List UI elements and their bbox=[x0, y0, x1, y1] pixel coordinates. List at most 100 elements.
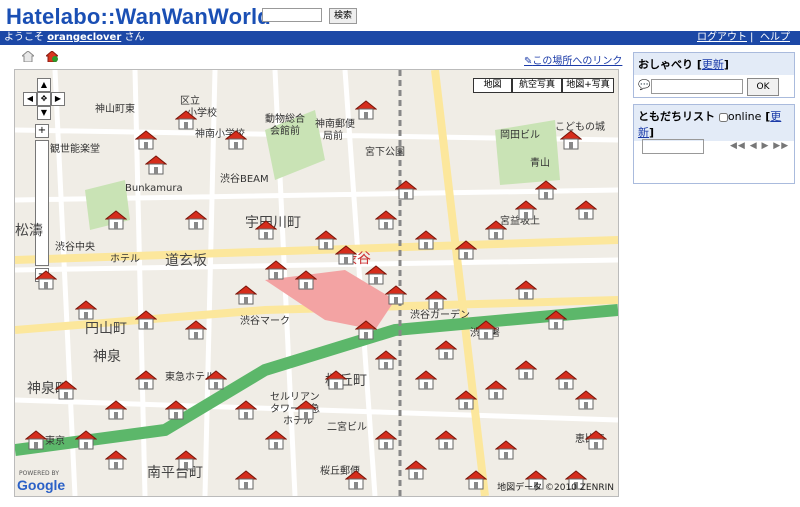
house-marker-icon[interactable] bbox=[165, 400, 187, 420]
house-marker-icon[interactable] bbox=[105, 450, 127, 470]
add-house-icon[interactable] bbox=[46, 51, 58, 62]
separator: | bbox=[750, 32, 754, 43]
house-marker-icon[interactable] bbox=[405, 460, 427, 480]
house-marker-icon[interactable] bbox=[415, 230, 437, 250]
house-marker-icon[interactable] bbox=[135, 130, 157, 150]
house-marker-icon[interactable] bbox=[255, 220, 277, 240]
house-marker-icon[interactable] bbox=[175, 110, 197, 130]
house-marker-icon[interactable] bbox=[185, 320, 207, 340]
house-marker-icon[interactable] bbox=[435, 340, 457, 360]
house-marker-icon[interactable] bbox=[425, 290, 447, 310]
house-marker-icon[interactable] bbox=[265, 260, 287, 280]
house-marker-icon[interactable] bbox=[235, 470, 257, 490]
help-link[interactable]: ヘルプ bbox=[760, 31, 790, 45]
house-marker-icon[interactable] bbox=[315, 230, 337, 250]
house-marker-icon[interactable] bbox=[135, 370, 157, 390]
house-marker-icon[interactable] bbox=[375, 350, 397, 370]
house-marker-icon[interactable] bbox=[235, 400, 257, 420]
friend-search-input[interactable] bbox=[642, 139, 704, 154]
house-marker-icon[interactable] bbox=[475, 320, 497, 340]
friends-header: ともだちリスト online [更新] bbox=[634, 105, 794, 141]
site-logo[interactable]: Hatelabo::WanWanWorld bbox=[6, 4, 271, 30]
house-marker-icon[interactable] bbox=[385, 285, 407, 305]
chat-panel: おしゃべり [更新] 💬 OK bbox=[633, 52, 795, 98]
house-marker-icon[interactable] bbox=[355, 320, 377, 340]
house-marker-icon[interactable] bbox=[560, 130, 582, 150]
pan-down-icon[interactable]: ▼ bbox=[37, 106, 51, 120]
house-marker-icon[interactable] bbox=[55, 380, 77, 400]
house-marker-icon[interactable] bbox=[265, 430, 287, 450]
house-marker-icon[interactable] bbox=[25, 430, 47, 450]
house-marker-icon[interactable] bbox=[535, 180, 557, 200]
house-marker-icon[interactable] bbox=[485, 220, 507, 240]
house-marker-icon[interactable] bbox=[355, 100, 377, 120]
house-marker-icon[interactable] bbox=[575, 200, 597, 220]
house-marker-icon[interactable] bbox=[235, 285, 257, 305]
house-marker-icon[interactable] bbox=[455, 390, 477, 410]
house-marker-icon[interactable] bbox=[145, 155, 167, 175]
house-marker-icon[interactable] bbox=[495, 440, 517, 460]
house-marker-icon[interactable] bbox=[345, 470, 367, 490]
house-marker-icon[interactable] bbox=[485, 380, 507, 400]
house-marker-icon[interactable] bbox=[515, 280, 537, 300]
house-marker-icon[interactable] bbox=[575, 390, 597, 410]
google-logo[interactable]: Google bbox=[17, 477, 65, 493]
map-label: Bunkamura bbox=[125, 183, 183, 194]
powered-by: POWERED BY bbox=[19, 470, 60, 477]
house-marker-icon[interactable] bbox=[515, 200, 537, 220]
house-marker-icon[interactable] bbox=[555, 370, 577, 390]
house-marker-icon[interactable] bbox=[205, 370, 227, 390]
pan-left-icon[interactable]: ◀ bbox=[23, 92, 37, 106]
house-marker-icon[interactable] bbox=[335, 245, 357, 265]
house-marker-icon[interactable] bbox=[465, 470, 487, 490]
maptype-hybrid[interactable]: 地図+写真 bbox=[562, 78, 614, 93]
place-link[interactable]: ✎この場所へのリンク bbox=[524, 52, 622, 67]
house-marker-icon[interactable] bbox=[295, 270, 317, 290]
pager-icon[interactable]: ◀◀ ◀ ▶ ▶▶ bbox=[730, 141, 789, 151]
house-marker-icon[interactable] bbox=[375, 210, 397, 230]
house-marker-icon[interactable] bbox=[365, 265, 387, 285]
ok-button[interactable]: OK bbox=[747, 78, 779, 96]
house-marker-icon[interactable] bbox=[75, 300, 97, 320]
search-button[interactable]: 検索 bbox=[329, 8, 357, 24]
user-bar: ようこそ orangeclover さん ログアウト | ヘルプ bbox=[0, 31, 800, 45]
pan-right-icon[interactable]: ▶ bbox=[51, 92, 65, 106]
online-checkbox[interactable] bbox=[718, 112, 728, 122]
friends-panel: ともだちリスト online [更新] ◀◀ ◀ ▶ ▶▶ bbox=[633, 104, 795, 184]
house-marker-icon[interactable] bbox=[175, 450, 197, 470]
house-marker-icon[interactable] bbox=[415, 370, 437, 390]
chat-icon: 💬 bbox=[638, 80, 651, 91]
house-marker-icon[interactable] bbox=[515, 360, 537, 380]
map-label: 神泉 bbox=[93, 349, 121, 365]
house-marker-icon[interactable] bbox=[225, 130, 247, 150]
zoom-slider[interactable] bbox=[35, 140, 49, 266]
house-marker-icon[interactable] bbox=[105, 400, 127, 420]
house-marker-icon[interactable] bbox=[75, 430, 97, 450]
pan-control[interactable]: ▲ ◀ ✥ ▶ ▼ bbox=[21, 76, 65, 120]
home-icon[interactable] bbox=[22, 51, 34, 62]
house-marker-icon[interactable] bbox=[185, 210, 207, 230]
house-marker-icon[interactable] bbox=[585, 430, 607, 450]
house-marker-icon[interactable] bbox=[105, 210, 127, 230]
house-marker-icon[interactable] bbox=[395, 180, 417, 200]
chat-input[interactable] bbox=[651, 79, 743, 94]
house-marker-icon[interactable] bbox=[35, 270, 57, 290]
house-marker-icon[interactable] bbox=[295, 400, 317, 420]
zoom-in-icon[interactable]: + bbox=[35, 124, 49, 138]
pan-up-icon[interactable]: ▲ bbox=[37, 78, 51, 92]
maptype-map[interactable]: 地図 bbox=[473, 78, 512, 93]
maptype-satellite[interactable]: 航空写真 bbox=[512, 78, 562, 93]
pan-center-icon[interactable]: ✥ bbox=[37, 92, 51, 106]
search-input[interactable] bbox=[262, 8, 322, 22]
username-link[interactable]: orangeclover bbox=[47, 32, 121, 43]
house-marker-icon[interactable] bbox=[135, 310, 157, 330]
chat-update-link[interactable]: 更新 bbox=[702, 58, 724, 71]
house-marker-icon[interactable] bbox=[325, 370, 347, 390]
logout-link[interactable]: ログアウト bbox=[697, 31, 747, 45]
house-marker-icon[interactable] bbox=[545, 310, 567, 330]
house-marker-icon[interactable] bbox=[375, 430, 397, 450]
house-marker-icon[interactable] bbox=[435, 430, 457, 450]
house-marker-icon[interactable] bbox=[455, 240, 477, 260]
map[interactable]: 地図 航空写真 地図+写真 ▲ ◀ ✥ ▶ ▼ + − 神山町東 区立 小学校 … bbox=[14, 69, 619, 497]
map-label: 渋谷BEAM bbox=[220, 174, 269, 185]
